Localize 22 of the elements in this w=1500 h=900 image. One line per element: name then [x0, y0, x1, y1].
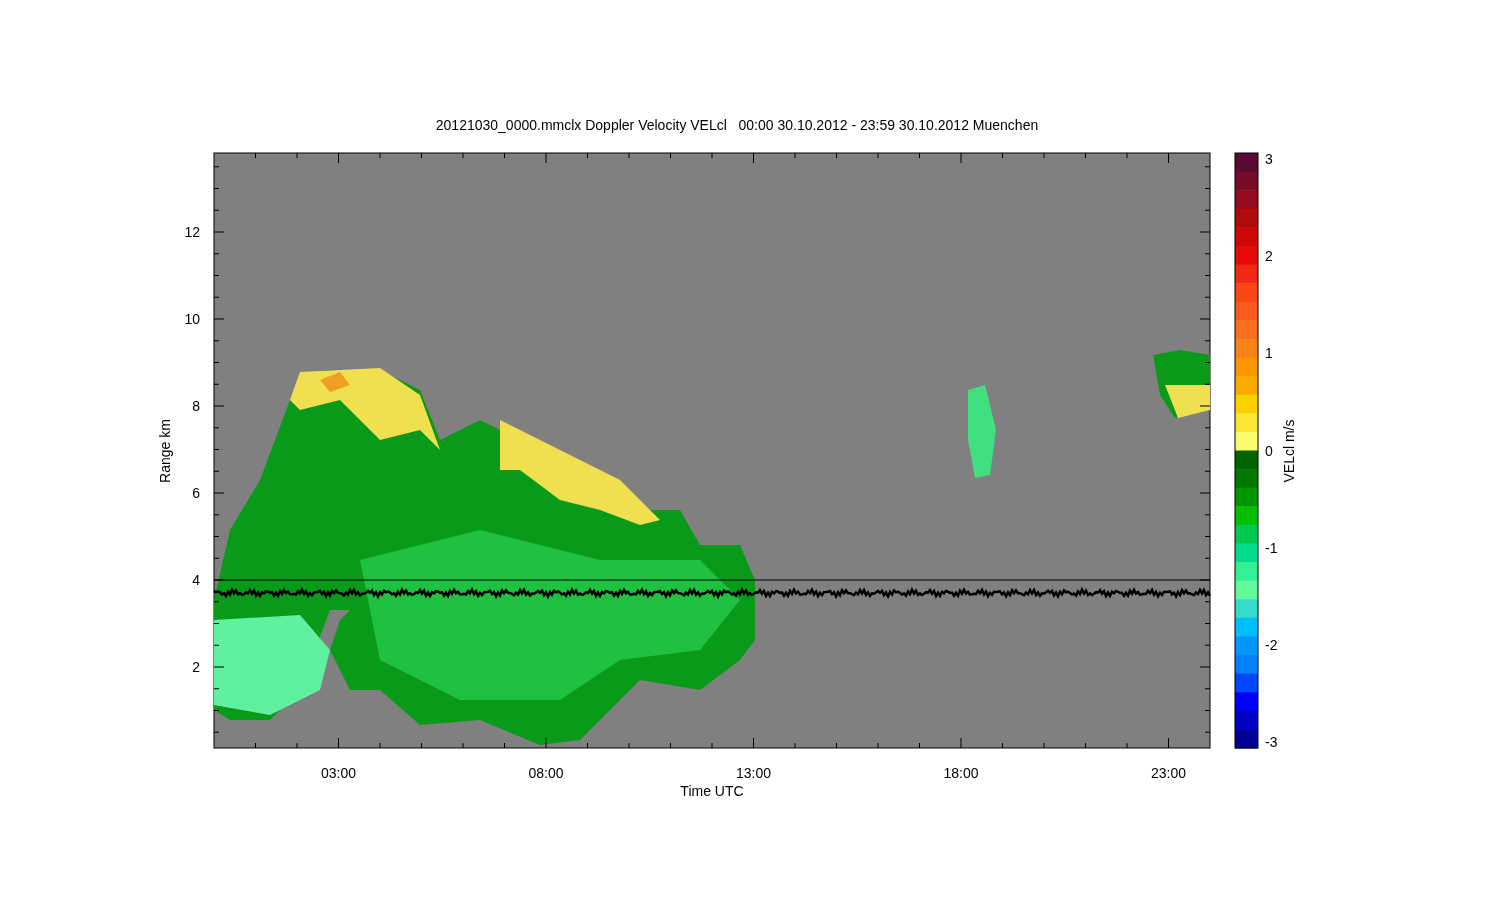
colorbar-tick-label: -2 [1265, 636, 1278, 653]
colorbar-label: VELcl m/s [1281, 419, 1297, 483]
y-tick-label: 10 [184, 311, 200, 327]
chart-title: 20121030_0000.mmclx Doppler Velocity VELcl 00:00 30.10.2012 - 23:59 30.10.2012 Muenchen [435, 117, 1039, 133]
colorbar-tick-label: 0 [1265, 442, 1273, 459]
x-tick-label: 18:00 [943, 765, 979, 781]
x-tick-label: 23:00 [1151, 765, 1186, 781]
x-tick-label: 08:00 [528, 765, 564, 781]
y-axis-label: Range km [157, 419, 173, 483]
x-axis-label: Time UTC [680, 783, 744, 799]
y-tick-label: 8 [192, 398, 200, 414]
y-tick-label: 6 [192, 485, 200, 501]
colorbar-tick-label: -1 [1265, 539, 1278, 556]
colorbar-tick-label: 3 [1265, 151, 1273, 167]
x-tick-label: 03:00 [321, 765, 356, 781]
y-tick-label: 4 [192, 572, 200, 588]
colorbar-tick-label: -3 [1265, 734, 1278, 750]
y-tick-label: 12 [184, 224, 200, 240]
colorbar-tick-label: 2 [1265, 248, 1273, 265]
y-tick-label: 2 [192, 659, 200, 675]
colorbar-tick-label: 1 [1265, 345, 1273, 362]
x-tick-label: 13:00 [736, 765, 771, 781]
